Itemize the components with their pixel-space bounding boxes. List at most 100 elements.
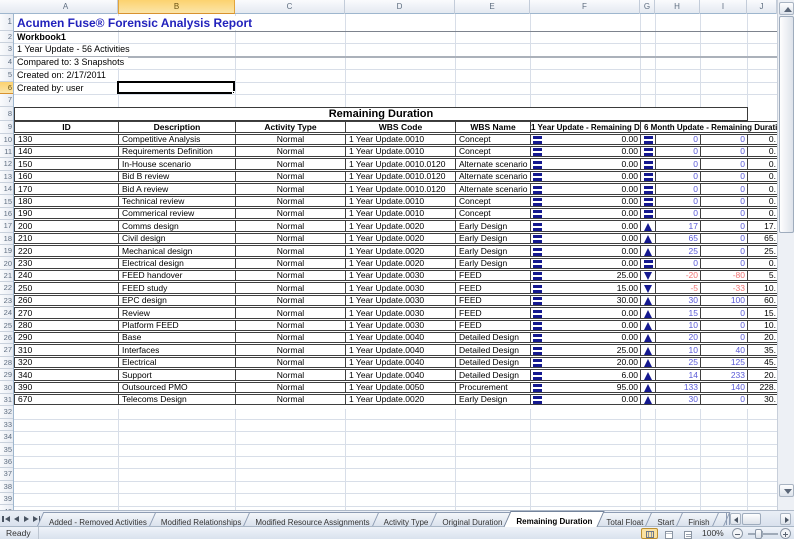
tab-added-removed-activities[interactable]: Added - Removed Activities <box>40 512 156 527</box>
row-header-8[interactable]: 8 <box>0 107 14 121</box>
cell-id[interactable]: 670 <box>14 394 119 406</box>
cell-id[interactable]: 170 <box>14 183 119 195</box>
cell-id[interactable]: 280 <box>14 320 119 332</box>
cell-trend-icon[interactable] <box>640 171 656 183</box>
cell-wbs-code[interactable]: 1 Year Update.0020 <box>345 245 456 257</box>
cell-wbs-code[interactable]: 1 Year Update.0010 <box>345 134 456 146</box>
cell-activity-type[interactable]: Normal <box>235 146 346 158</box>
normal-view-button[interactable] <box>641 528 658 539</box>
cell-year-remaining[interactable]: 0.00 <box>530 307 641 319</box>
cell-sm-change[interactable]: 10 <box>655 344 701 356</box>
cell-wbs-code[interactable]: 1 Year Update.0040 <box>345 332 456 344</box>
cell-wbs-code[interactable]: 1 Year Update.0030 <box>345 320 456 332</box>
cell-sm-remaining[interactable]: 10. <box>747 282 777 294</box>
cell-trend-icon[interactable] <box>640 394 656 406</box>
next-sheet-button[interactable] <box>22 513 30 525</box>
cell-sm-remaining[interactable]: 25. <box>747 245 777 257</box>
cell-activity-type[interactable]: Normal <box>235 369 346 381</box>
row-header-2[interactable]: 2 <box>0 31 14 44</box>
column-header-B[interactable]: B <box>118 0 235 14</box>
row-header-7[interactable]: 7 <box>0 94 14 107</box>
cell-id[interactable]: 290 <box>14 332 119 344</box>
cell-trend-icon[interactable] <box>640 245 656 257</box>
row-header-19[interactable]: 19 <box>0 245 14 257</box>
cell-description[interactable]: FEED handover <box>118 270 236 282</box>
cell-wbs-code[interactable]: 1 Year Update.0030 <box>345 270 456 282</box>
cell-wbs-name[interactable]: FEED <box>455 295 531 307</box>
cell-id[interactable]: 260 <box>14 295 119 307</box>
cell-trend-icon[interactable] <box>640 146 656 158</box>
cell-activity-type[interactable]: Normal <box>235 233 346 245</box>
column-header-D[interactable]: D <box>345 0 455 14</box>
sheet-grid[interactable]: Acumen Fuse® Forensic Analysis ReportWor… <box>14 14 777 510</box>
cell-description[interactable]: Electrical <box>118 357 236 369</box>
cell-sm-change-pct[interactable]: 0 <box>700 258 748 270</box>
row-header-33[interactable]: 33 <box>0 419 14 431</box>
cell-trend-icon[interactable] <box>640 158 656 170</box>
cell-year-remaining[interactable]: 6.00 <box>530 369 641 381</box>
cell-wbs-code[interactable]: 1 Year Update.0030 <box>345 282 456 294</box>
cell-description[interactable]: Requirements Definition <box>118 146 236 158</box>
cell-activity-type[interactable]: Normal <box>235 220 346 232</box>
cell-activity-type[interactable]: Normal <box>235 196 346 208</box>
cell-sm-remaining[interactable]: 0. <box>747 258 777 270</box>
cell-description[interactable]: Mechanical design <box>118 245 236 257</box>
row-header-9[interactable]: 9 <box>0 121 14 134</box>
cell-activity-type[interactable]: Normal <box>235 295 346 307</box>
vertical-scrollbar[interactable] <box>777 0 794 510</box>
cell-description[interactable]: Commerical review <box>118 208 236 220</box>
cell-trend-icon[interactable] <box>640 220 656 232</box>
cell-sm-remaining[interactable]: 65. <box>747 233 777 245</box>
cell-trend-icon[interactable] <box>640 295 656 307</box>
cell-activity-type[interactable]: Normal <box>235 270 346 282</box>
row-header-10[interactable]: 10 <box>0 134 14 146</box>
cell-trend-icon[interactable] <box>640 344 656 356</box>
row-header-22[interactable]: 22 <box>0 282 14 294</box>
cell-sm-change[interactable]: 15 <box>655 307 701 319</box>
cell-year-remaining[interactable]: 0.00 <box>530 208 641 220</box>
cell-trend-icon[interactable] <box>640 208 656 220</box>
cell-sm-remaining[interactable]: 0. <box>747 196 777 208</box>
cell-sm-change-pct[interactable]: 40 <box>700 344 748 356</box>
cell-trend-icon[interactable] <box>640 382 656 394</box>
cell-activity-type[interactable]: Normal <box>235 382 346 394</box>
cell-id[interactable]: 160 <box>14 171 119 183</box>
cell-sm-change[interactable]: 0 <box>655 258 701 270</box>
row-header-26[interactable]: 26 <box>0 332 14 344</box>
cell-year-remaining[interactable]: 95.00 <box>530 382 641 394</box>
info-row-6[interactable]: Created by: user <box>17 83 88 94</box>
cell-sm-change[interactable]: 0 <box>655 134 701 146</box>
cell-sm-change[interactable]: 65 <box>655 233 701 245</box>
cell-activity-type[interactable]: Normal <box>235 282 346 294</box>
cell-trend-icon[interactable] <box>640 307 656 319</box>
cell-wbs-name[interactable]: FEED <box>455 320 531 332</box>
cell-trend-icon[interactable] <box>640 258 656 270</box>
cell-wbs-code[interactable]: 1 Year Update.0050 <box>345 382 456 394</box>
cell-sm-remaining[interactable]: 15. <box>747 307 777 319</box>
cell-year-remaining[interactable]: 0.00 <box>530 146 641 158</box>
selected-cell-outline[interactable] <box>117 81 235 95</box>
cell-wbs-code[interactable]: 1 Year Update.0010 <box>345 146 456 158</box>
cell-sm-remaining[interactable]: 0. <box>747 183 777 195</box>
row-header-5[interactable]: 5 <box>0 69 14 82</box>
cell-sm-remaining[interactable]: 45. <box>747 357 777 369</box>
cell-id[interactable]: 220 <box>14 245 119 257</box>
horizontal-scrollbar-thumb[interactable] <box>742 513 761 525</box>
cell-id[interactable]: 250 <box>14 282 119 294</box>
column-header-I[interactable]: I <box>700 0 747 14</box>
cell-sm-change[interactable]: 10 <box>655 320 701 332</box>
row-header-15[interactable]: 15 <box>0 196 14 208</box>
cell-year-remaining[interactable]: 0.00 <box>530 332 641 344</box>
cell-trend-icon[interactable] <box>640 357 656 369</box>
cell-year-remaining[interactable]: 0.00 <box>530 220 641 232</box>
cell-id[interactable]: 390 <box>14 382 119 394</box>
tab-insert-worksheet[interactable] <box>715 512 727 527</box>
cell-trend-icon[interactable] <box>640 196 656 208</box>
row-header-4[interactable]: 4 <box>0 56 14 69</box>
cell-wbs-code[interactable]: 1 Year Update.0030 <box>345 295 456 307</box>
zoom-level[interactable]: 100% <box>702 528 724 539</box>
cell-sm-change[interactable]: 0 <box>655 146 701 158</box>
cell-sm-change[interactable]: 0 <box>655 196 701 208</box>
column-header-description[interactable]: Description <box>118 121 236 133</box>
row-header-35[interactable]: 35 <box>0 444 14 456</box>
